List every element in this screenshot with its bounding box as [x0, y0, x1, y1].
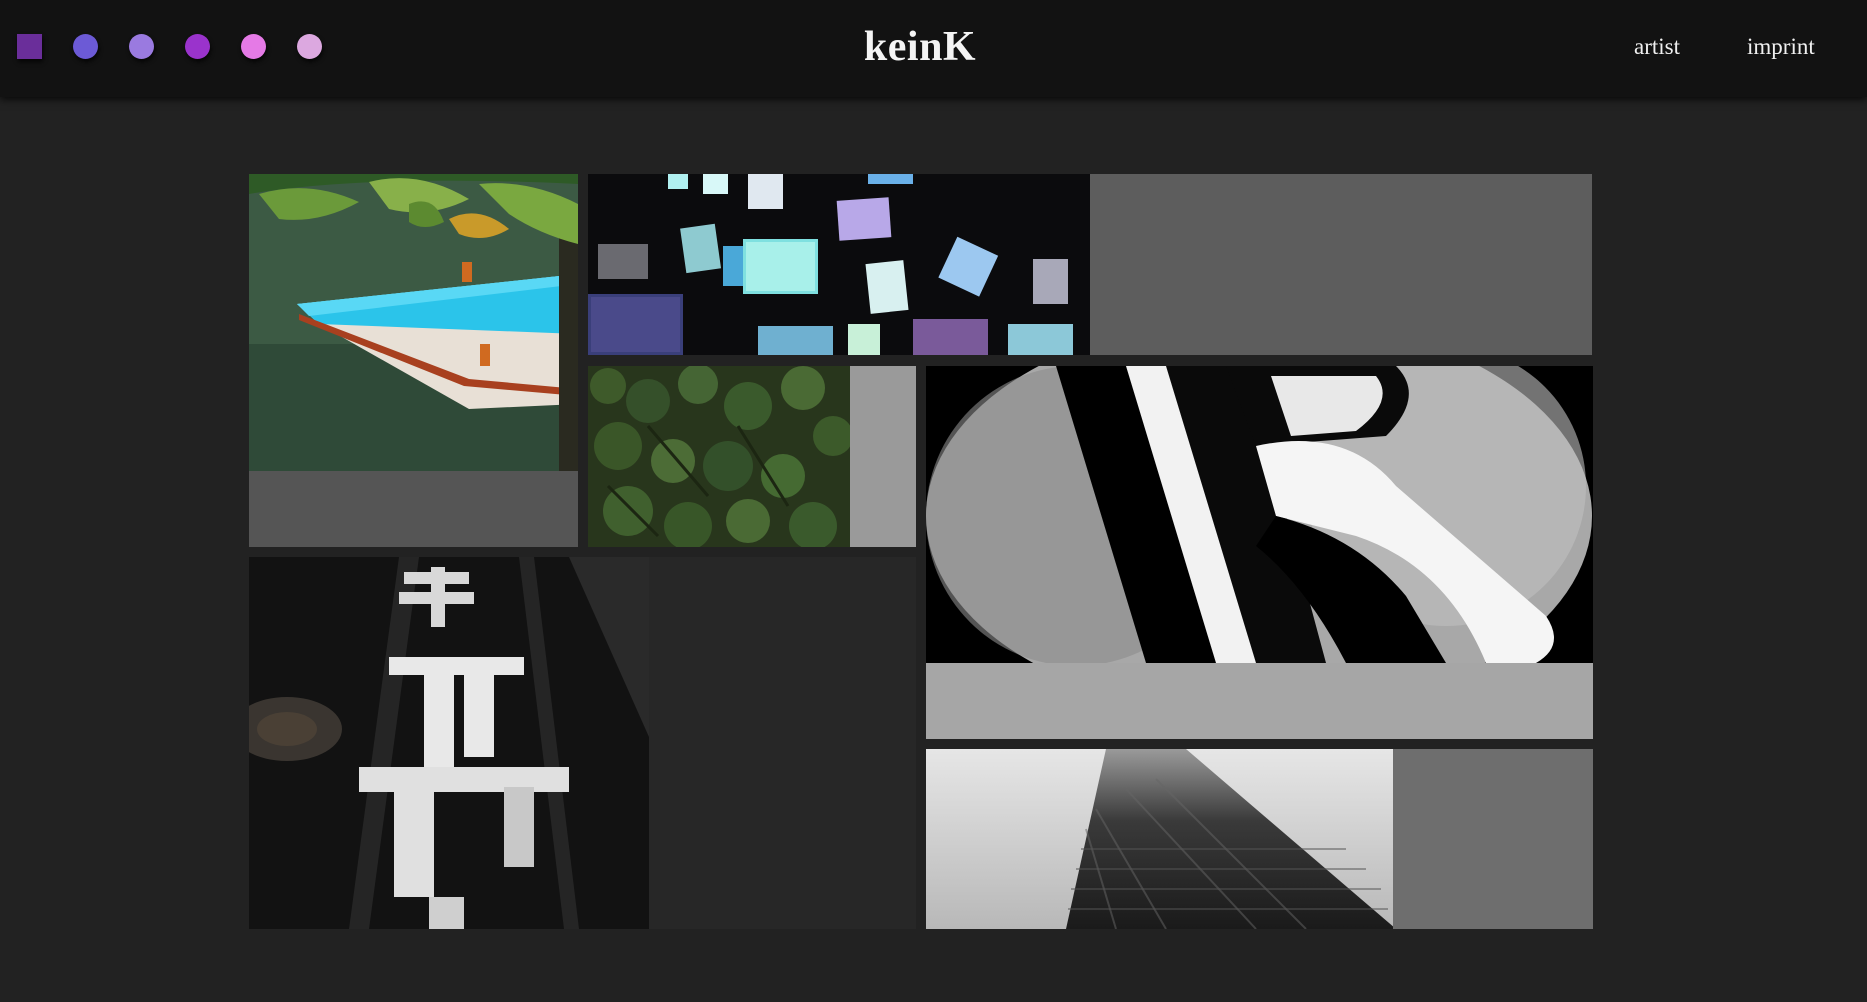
- nav-imprint-link[interactable]: imprint: [1747, 34, 1815, 60]
- nav-artist-link[interactable]: artist: [1634, 34, 1680, 60]
- theme-swatch-1[interactable]: [17, 34, 42, 59]
- gallery-tile-boat[interactable]: [249, 174, 578, 547]
- skyscraper-photo: [926, 749, 1393, 929]
- top-bar: keinK artist imprint: [0, 0, 1867, 97]
- gallery-tile-letter-k[interactable]: [926, 366, 1593, 739]
- forest-photo: [588, 366, 850, 547]
- tv-screens-photo: [588, 174, 1090, 355]
- gallery-tile-skyscraper[interactable]: [926, 749, 1593, 929]
- theme-swatch-5[interactable]: [241, 34, 266, 59]
- site-logo[interactable]: keinK: [864, 23, 976, 71]
- gallery-tile-tv-screens[interactable]: [588, 174, 1592, 355]
- letter-k-artwork: [926, 366, 1593, 663]
- theme-swatch-4[interactable]: [185, 34, 210, 59]
- theme-swatch-6[interactable]: [297, 34, 322, 59]
- gallery-tile-street-markings[interactable]: [249, 557, 916, 929]
- boat-photo: [249, 174, 578, 471]
- gallery-tile-forest[interactable]: [588, 366, 916, 547]
- street-markings-photo: [249, 557, 649, 929]
- theme-swatch-3[interactable]: [129, 34, 154, 59]
- theme-swatch-2[interactable]: [73, 34, 98, 59]
